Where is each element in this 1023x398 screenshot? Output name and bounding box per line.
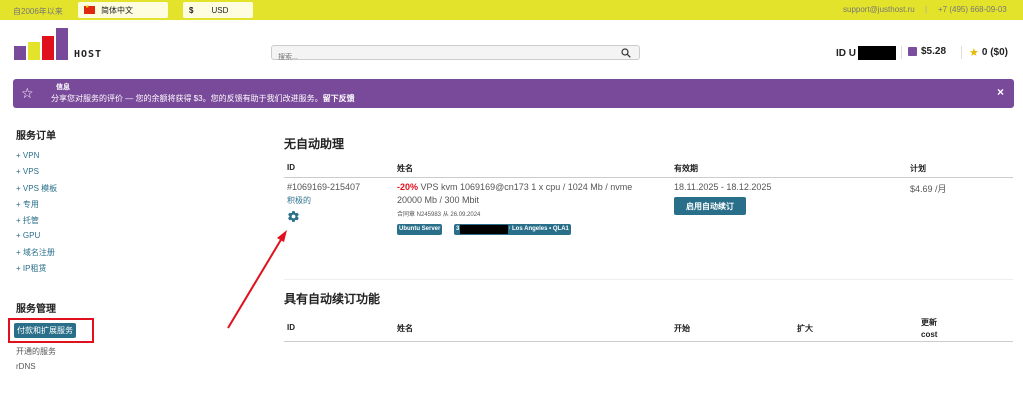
discount-badge: -20% [397,182,419,192]
balance-value: $5.28 [921,46,947,57]
user-id-label: ID U [836,47,856,59]
top-bar: 自2006年以来 简体中文 $ USD support@justhost.ru … [0,0,1023,20]
logo-block-u [28,42,40,60]
sidebar-item-vpn[interactable]: + VPN [16,151,39,160]
service-spec: VPS kvm 1069169@cn173 1 x cpu / 1024 Mb … [420,182,633,192]
search-icon[interactable] [621,48,631,58]
star-icon: ★ [969,47,979,59]
language-label: 简体中文 [101,5,133,15]
logo-text: HOST [74,49,103,60]
china-flag-icon [84,4,95,14]
manage-heading: 服务管理 [16,304,56,315]
section-divider [284,279,1013,280]
col-plan: 计划 [910,164,926,173]
table-header-divider [284,177,1013,178]
banner-text: 分享您对服务的评价 — 您的余额将获得 $3。您的反馈有助于我们改进服务。留下反… [51,93,355,104]
validity-dates: 18.11.2025 - 18.12.2025 [674,182,772,192]
sidebar-item-gpu[interactable]: + GPU [16,231,40,240]
bonus-balance[interactable]: ★ 0 ($0) [969,46,1008,59]
redacted-ip [460,225,509,234]
sidebar-item-domains[interactable]: + 域名注册 [16,247,55,258]
info-banner: ☆ 信息 分享您对服务的评价 — 您的余额将获得 $3。您的反馈有助于我们改进服… [13,79,1014,108]
ip-badge: 30 [454,224,515,235]
header-divider [961,46,962,59]
location-badge: Los Angeles • QLA1 [510,224,571,235]
currency-symbol: $ [189,5,194,15]
top-bar-divider: | [925,5,928,14]
os-badge: Ubuntu Server [397,224,443,235]
gear-icon[interactable] [287,210,300,223]
redacted-user-id [858,46,896,60]
col-extend: 扩大 [797,324,813,333]
sidebar-item-active-services[interactable]: 开通的服务 [16,346,56,357]
col-name: 姓名 [397,324,413,333]
sidebar-item-dedicated[interactable]: + 专用 [16,199,39,210]
orders-heading: 服务订单 [16,131,56,142]
highlight-box [8,318,94,343]
wallet-icon [908,47,917,56]
no-auto-heading: 无自动助理 [284,137,345,151]
header-divider [901,46,902,59]
search-input[interactable] [272,51,612,64]
col-cost: cost [921,330,938,339]
justhost-logo[interactable]: HOST [14,28,104,60]
support-email-link[interactable]: support@justhost.ru [843,5,915,14]
service-name: -20% VPS kvm 1069169@cn173 1 x cpu / 102… [397,182,632,192]
since-text: 自2006年以来 [13,7,63,16]
col-name: 姓名 [397,164,413,173]
status-label: 积极的 [287,196,311,205]
currency-label: USD [211,5,229,15]
sidebar-item-vps[interactable]: + VPS [16,167,39,176]
language-selector[interactable]: 简体中文 [78,2,168,18]
col-start: 开始 [674,324,690,333]
star-outline-icon: ☆ [21,85,34,101]
bonus-value: 0 ($0) [981,47,1008,58]
close-icon[interactable]: × [997,85,1004,99]
contract-text: 合同章 N245983 从 26.09.2024 [397,212,481,218]
banner-message: 分享您对服务的评价 — 您的余额将获得 $3。您的反馈有助于我们改进服务。 [51,94,323,103]
logo-block-t [56,28,68,60]
auto-heading: 具有自动续订功能 [284,292,381,306]
balance[interactable]: $5.28 [908,46,946,57]
banner-title: 信息 [56,84,70,91]
phone-link[interactable]: +7 (495) 668-09-03 [938,5,1007,14]
ip-badge-prefix: 3 [456,226,460,232]
enable-auto-renew-button[interactable]: 启用自动续订 [674,197,746,215]
logo-block-j [14,46,26,60]
service-spec-line2: 20000 Mb / 300 Mbit [397,195,480,205]
plan-price: $4.69 /月 [910,184,947,194]
sidebar-item-vps-template[interactable]: + VPS 模板 [16,183,57,194]
leave-feedback-link[interactable]: 留下反馈 [323,94,355,103]
service-id[interactable]: #1069169-215407 [287,182,360,192]
currency-selector[interactable]: $ USD [183,2,253,18]
sidebar-item-rdns[interactable]: rDNS [16,362,36,371]
col-id: ID [287,323,295,332]
sidebar-item-ip-rent[interactable]: + IP租赁 [16,263,46,274]
col-validity: 有效期 [674,164,698,173]
logo-block-s [42,36,54,60]
table-header-divider [284,341,1013,342]
search-box [271,45,640,64]
col-id: ID [287,163,295,172]
col-update: 更新 [921,318,937,327]
user-id[interactable]: ID U [836,46,896,60]
sidebar-item-hosting[interactable]: + 托管 [16,215,39,226]
